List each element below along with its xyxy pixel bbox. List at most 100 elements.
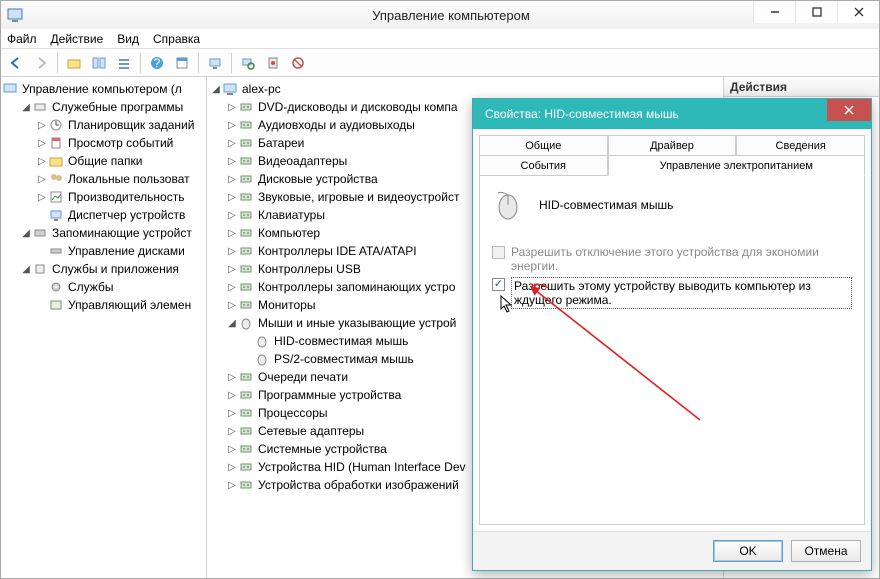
checkbox-label: Разрешить отключение этого устройства дл…	[511, 245, 852, 273]
svg-text:?: ?	[154, 56, 161, 70]
tb-folder-icon[interactable]	[63, 52, 85, 74]
expand-icon[interactable]: ▷	[225, 442, 239, 456]
tree-item[interactable]: ▷Просмотр событий	[1, 134, 206, 152]
device-icon	[239, 297, 255, 313]
tree-group[interactable]: ◢Службы и приложения	[1, 260, 206, 278]
checkbox-label: Разрешить этому устройству выводить комп…	[511, 277, 852, 309]
computer-icon	[3, 81, 19, 97]
expand-icon[interactable]: ▷	[225, 478, 239, 492]
forward-button[interactable]	[30, 52, 52, 74]
checkbox-allow-wake[interactable]: Разрешить этому устройству выводить комп…	[492, 277, 852, 309]
cursor-icon	[500, 295, 514, 316]
tree-group[interactable]: ◢Запоминающие устройст	[1, 224, 206, 242]
device-icon	[239, 387, 255, 403]
tb-list-icon[interactable]	[113, 52, 135, 74]
tab-general[interactable]: Общие	[479, 135, 608, 156]
tb-refresh-icon[interactable]	[287, 52, 309, 74]
expand-icon[interactable]: ▷	[225, 208, 239, 222]
expand-icon[interactable]: ▷	[225, 370, 239, 384]
expand-icon[interactable]: ▷	[225, 280, 239, 294]
expand-icon[interactable]: ▷	[225, 118, 239, 132]
tree-item[interactable]: Управление дисками	[1, 242, 206, 260]
diskmgr-icon	[49, 243, 65, 259]
expand-icon[interactable]: ▷	[225, 460, 239, 474]
menu-file[interactable]: Файл	[7, 32, 37, 46]
services-icon	[33, 261, 49, 277]
menu-help[interactable]: Справка	[153, 32, 200, 46]
collapse-icon[interactable]: ◢	[225, 316, 239, 330]
tb-computer-icon[interactable]	[204, 52, 226, 74]
menu-view[interactable]: Вид	[117, 32, 139, 46]
titlebar: Управление компьютером	[1, 1, 879, 29]
device-icon	[239, 459, 255, 475]
checkbox-icon[interactable]	[492, 278, 505, 291]
device-icon	[239, 117, 255, 133]
tree-item[interactable]: Службы	[1, 278, 206, 296]
device-icon	[239, 207, 255, 223]
device-icon	[239, 477, 255, 493]
device-icon	[239, 225, 255, 241]
dialog-titlebar[interactable]: Свойства: HID-совместимая мышь	[473, 99, 871, 129]
tree-group[interactable]: ◢Служебные программы	[1, 98, 206, 116]
eventlog-icon	[49, 135, 65, 151]
expand-icon[interactable]: ▷	[225, 190, 239, 204]
tab-events[interactable]: События	[479, 155, 608, 176]
maximize-button[interactable]	[795, 1, 837, 23]
window-title: Управление компьютером	[23, 8, 879, 23]
gear-icon	[49, 279, 65, 295]
tree-root[interactable]: Управление компьютером (л	[1, 80, 206, 98]
expand-icon[interactable]: ▷	[225, 154, 239, 168]
cancel-button[interactable]: Отмена	[791, 540, 861, 562]
device-icon	[239, 441, 255, 457]
device-icon	[239, 189, 255, 205]
tb-help-icon[interactable]: ?	[146, 52, 168, 74]
device-icon	[239, 135, 255, 151]
tree-item[interactable]: ▷Планировщик заданий	[1, 116, 206, 134]
expand-icon[interactable]: ▷	[225, 388, 239, 402]
expand-icon[interactable]: ▷	[225, 100, 239, 114]
tree-item[interactable]: Управляющий элемен	[1, 296, 206, 314]
tab-power[interactable]: Управление электропитанием	[608, 155, 865, 176]
minimize-button[interactable]	[753, 1, 795, 23]
expand-icon[interactable]: ▷	[225, 262, 239, 276]
toolbar: ?	[1, 49, 879, 77]
tree-item[interactable]: Диспетчер устройств	[1, 206, 206, 224]
expand-icon[interactable]: ▷	[35, 118, 49, 132]
close-button[interactable]	[837, 1, 879, 23]
back-button[interactable]	[5, 52, 27, 74]
expand-icon[interactable]: ▷	[225, 424, 239, 438]
collapse-icon[interactable]: ◢	[209, 82, 223, 96]
device-root[interactable]: ◢alex-pc	[207, 80, 723, 98]
checkbox-allow-off: Разрешить отключение этого устройства дл…	[492, 245, 852, 273]
expand-icon[interactable]: ▷	[225, 298, 239, 312]
perf-icon	[49, 189, 65, 205]
tb-panel-icon[interactable]	[88, 52, 110, 74]
tab-driver[interactable]: Драйвер	[608, 135, 737, 156]
tree-item[interactable]: ▷Общие папки	[1, 152, 206, 170]
storage-icon	[33, 225, 49, 241]
menu-action[interactable]: Действие	[51, 32, 104, 46]
tree-item[interactable]: ▷Производительность	[1, 188, 206, 206]
tree-item[interactable]: ▷Локальные пользоват	[1, 170, 206, 188]
expand-icon[interactable]: ▷	[225, 172, 239, 186]
dialog-close-button[interactable]	[827, 99, 871, 121]
expand-icon[interactable]: ▷	[225, 136, 239, 150]
device-icon	[239, 99, 255, 115]
tab-content: HID-совместимая мышь Разрешить отключени…	[479, 175, 865, 525]
users-icon	[49, 171, 65, 187]
expand-icon[interactable]: ▷	[225, 406, 239, 420]
mouse-icon	[255, 351, 271, 367]
collapse-icon[interactable]: ◢	[19, 100, 33, 114]
tb-props-icon[interactable]	[171, 52, 193, 74]
device-icon	[239, 279, 255, 295]
ok-button[interactable]: OK	[713, 540, 783, 562]
expand-icon[interactable]: ▷	[225, 244, 239, 258]
expand-icon[interactable]: ▷	[225, 226, 239, 240]
device-icon	[239, 243, 255, 259]
scheduler-icon	[49, 117, 65, 133]
tb-scan-icon[interactable]	[237, 52, 259, 74]
tab-details[interactable]: Сведения	[736, 135, 865, 156]
computer-icon	[223, 81, 239, 97]
tb-device-icon[interactable]	[262, 52, 284, 74]
mouse-icon	[492, 189, 524, 221]
